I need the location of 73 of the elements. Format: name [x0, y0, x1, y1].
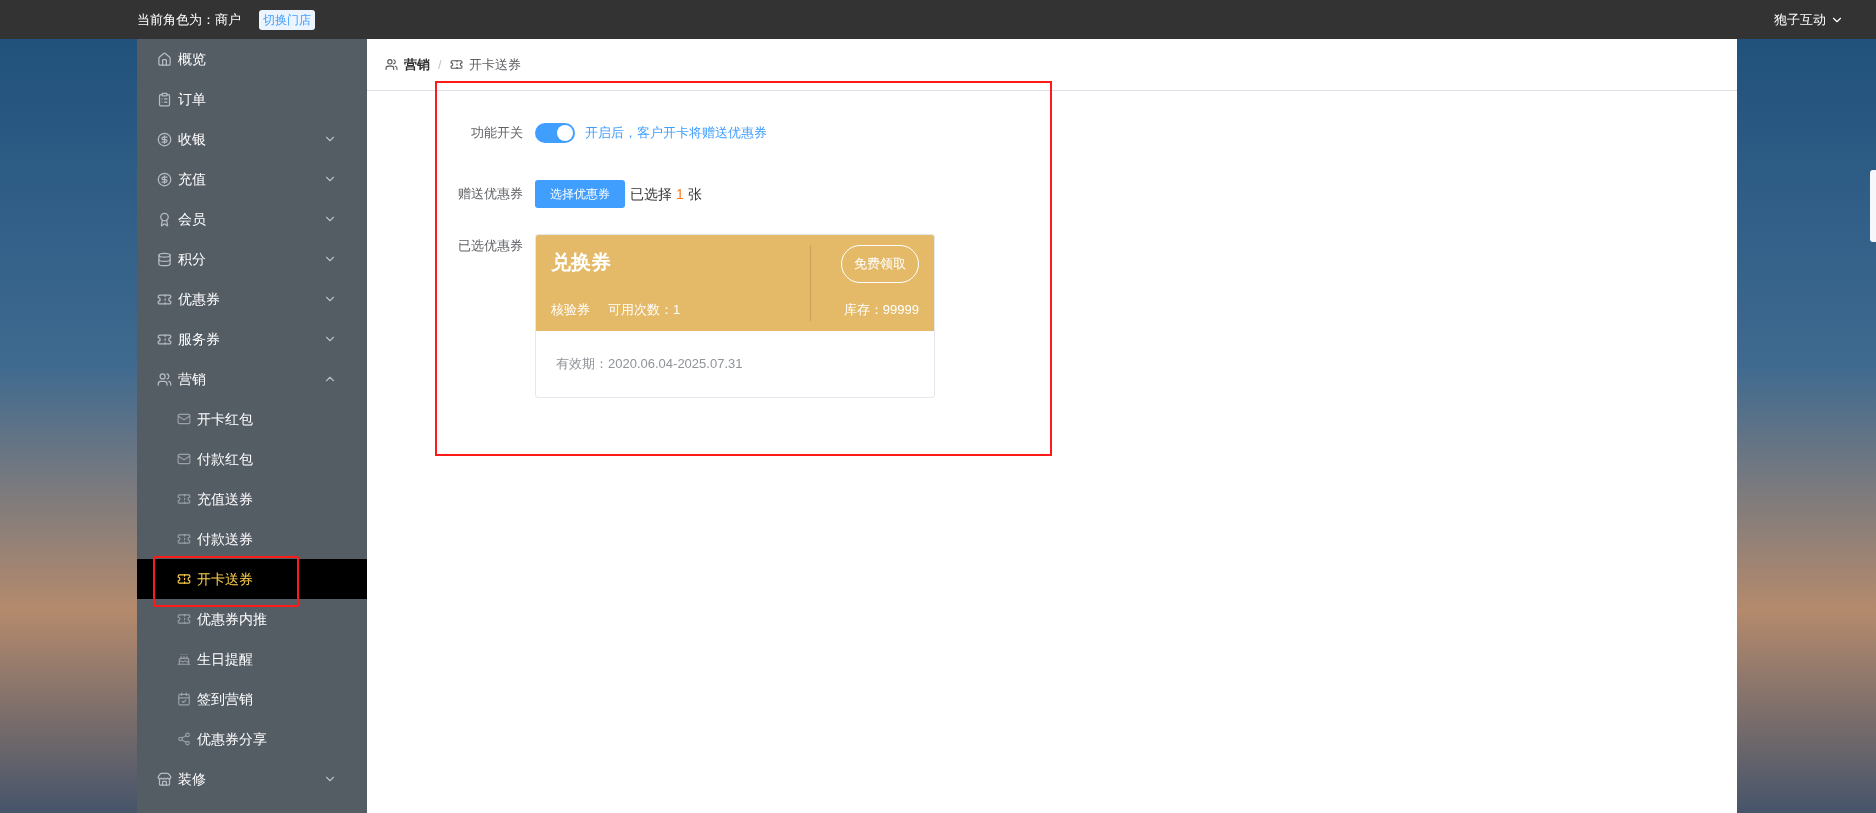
breadcrumb-current: 开卡送券 — [468, 55, 521, 74]
coupon-validity: 有效期：2020.06.04-2025.07.31 — [556, 355, 743, 374]
ticket-icon — [449, 58, 463, 71]
database-icon — [157, 251, 172, 267]
submenu-label: 开卡送券 — [197, 569, 253, 589]
sidebar-label: 装修 — [178, 769, 206, 789]
sidebar-label: 服务券 — [178, 329, 220, 349]
submenu-label: 付款红包 — [197, 449, 253, 469]
ticket-icon — [157, 291, 172, 307]
ticket-icon — [177, 532, 191, 546]
sidebar-label: 积分 — [178, 249, 206, 269]
ticket-icon — [157, 331, 172, 347]
submenu-label: 生日提醒 — [197, 649, 253, 669]
ticket-icon — [177, 612, 191, 626]
submenu-item[interactable]: 开卡红包 — [137, 399, 367, 439]
calendar-check-icon — [177, 692, 191, 706]
coupon-title: 兑换券 — [551, 250, 612, 275]
envelope-icon — [177, 412, 191, 426]
switch-hint: 开启后，客户开卡将赠送优惠券 — [585, 124, 767, 143]
coupon-stock: 库存：99999 — [843, 300, 919, 319]
share-icon — [177, 732, 191, 746]
cake-icon — [177, 652, 191, 666]
sidebar-item[interactable]: 营销 — [137, 359, 367, 399]
sidebar-label: 订单 — [178, 89, 206, 109]
feature-switch[interactable] — [535, 123, 575, 143]
field-label: 已选优惠券 — [457, 237, 524, 255]
sidebar-label: 优惠券 — [178, 289, 220, 309]
sidebar-label: 充值 — [178, 169, 206, 189]
sidebar-label: 概览 — [178, 49, 206, 69]
envelope-icon — [177, 452, 191, 466]
badge-icon — [157, 211, 172, 227]
submenu-item[interactable]: 签到营销 — [137, 679, 367, 719]
submenu-label: 优惠券分享 — [197, 729, 267, 749]
sidebar-label: 营销 — [178, 369, 206, 389]
coupon-type: 核验券 — [551, 300, 590, 319]
field-label: 赠送优惠券 — [457, 185, 524, 204]
submenu-label: 付款送券 — [197, 529, 253, 549]
submenu-item[interactable]: 生日提醒 — [137, 639, 367, 679]
submenu-label: 优惠券内推 — [197, 609, 267, 629]
sidebar-item[interactable]: 积分 — [137, 239, 367, 279]
submenu-item[interactable]: 充值送券 — [137, 479, 367, 519]
people-icon — [157, 371, 172, 387]
people-icon — [385, 58, 398, 71]
sidebar-item[interactable]: 充值 — [137, 159, 367, 199]
user-menu[interactable]: 狍子互动 — [1774, 9, 1844, 30]
ticket-icon — [177, 492, 191, 506]
breadcrumb-link[interactable]: 营销 — [404, 54, 430, 75]
home-icon — [157, 51, 172, 67]
sidebar-item[interactable]: 优惠券 — [137, 279, 367, 319]
role-text: 当前角色为：商户 — [137, 10, 241, 29]
sidebar-item[interactable]: 订单 — [137, 79, 367, 119]
sidebar-item[interactable]: 装修 — [137, 759, 367, 799]
sidebar-item[interactable]: 概览 — [137, 39, 367, 79]
sidebar-item[interactable]: 会员 — [137, 199, 367, 239]
sidebar-label: 收银 — [178, 129, 206, 149]
sidebar-item[interactable]: 收银 — [137, 119, 367, 159]
submenu-label: 签到营销 — [197, 689, 253, 709]
submenu-label: 开卡红包 — [197, 409, 253, 429]
submenu-item[interactable]: 优惠券分享 — [137, 719, 367, 759]
sidebar-item[interactable]: 服务券 — [137, 319, 367, 359]
field-label: 功能开关 — [470, 124, 524, 143]
breadcrumb-separator: / — [438, 55, 442, 74]
ticket-icon — [177, 572, 191, 586]
submenu-item[interactable]: 开卡送券 — [137, 559, 367, 599]
coupon-uses: 可用次数：1 — [608, 300, 681, 319]
store-icon — [157, 771, 172, 787]
clipboard-icon — [157, 91, 172, 107]
submenu-item[interactable]: 优惠券内推 — [137, 599, 367, 639]
sidebar-label: 会员 — [178, 209, 206, 229]
submenu-item[interactable]: 付款送券 — [137, 519, 367, 559]
submenu-item[interactable]: 付款红包 — [137, 439, 367, 479]
selected-count-text: 已选择 1 张 — [630, 184, 702, 204]
submenu-label: 充值送券 — [197, 489, 253, 509]
